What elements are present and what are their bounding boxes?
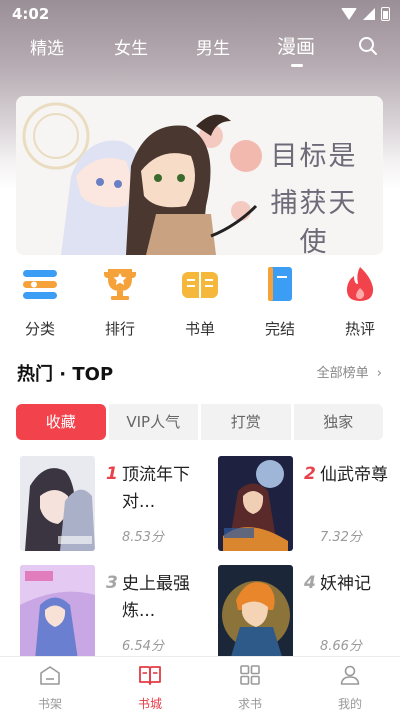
- book-list-icon: [182, 272, 218, 298]
- category-booklist[interactable]: 书单: [170, 264, 230, 339]
- tab-comics[interactable]: 漫画: [277, 32, 315, 59]
- banner-title-line2: 捕获天使: [270, 188, 358, 255]
- book-rank: 1: [106, 464, 118, 484]
- book-title: 顶流年下对...: [122, 465, 190, 512]
- book-title: 史上最强炼...: [122, 574, 190, 621]
- all-rankings-link[interactable]: 全部榜单 ›: [317, 362, 382, 381]
- tab-male[interactable]: 男生: [196, 34, 230, 59]
- tab-exclusive[interactable]: 独家: [293, 404, 383, 440]
- status-bar: 4:02: [0, 0, 400, 28]
- category-label: 分类: [24, 320, 55, 338]
- bookshelf-icon: [40, 666, 60, 685]
- nav-label: 求书: [237, 697, 262, 711]
- grid-icon: [240, 665, 260, 685]
- signal-icon: [363, 8, 375, 20]
- tab-collections[interactable]: 收藏: [16, 404, 106, 440]
- wifi-icon: [341, 8, 357, 20]
- book-rank: 4: [304, 573, 316, 593]
- status-icons: [341, 7, 390, 21]
- category-label: 排行: [104, 320, 135, 338]
- tab-rewards[interactable]: 打赏: [201, 404, 291, 440]
- tab-featured[interactable]: 精选: [30, 34, 64, 59]
- nav-bookshelf[interactable]: 书架: [20, 663, 80, 711]
- book-item[interactable]: 3 史上最强炼... 6.54分: [20, 565, 200, 665]
- nav-request-book[interactable]: 求书: [220, 663, 280, 711]
- search-icon[interactable]: [358, 36, 378, 56]
- battery-icon: [381, 7, 390, 21]
- book-cover: [218, 456, 293, 551]
- nav-label: 书架: [37, 697, 62, 711]
- category-label: 热评: [344, 320, 375, 338]
- person-icon: [340, 665, 360, 685]
- book-score: 8.53分: [122, 530, 164, 545]
- category-finished[interactable]: 完结: [250, 264, 310, 339]
- book-cover: [218, 565, 293, 660]
- tab-active-indicator: [291, 64, 303, 67]
- trophy-icon: [104, 269, 136, 300]
- section-title: 热门 · TOP: [17, 364, 114, 385]
- category-icon: [23, 270, 57, 299]
- category-classify[interactable]: 分类: [10, 264, 70, 339]
- book-score: 6.54分: [122, 639, 164, 654]
- banner-title: 目标是 捕获天使: [259, 134, 369, 255]
- book-item[interactable]: 2 仙武帝尊 7.32分: [218, 456, 398, 556]
- category-row: 分类 排行 书单 完结 热评: [0, 264, 400, 338]
- book-score: 8.66分: [320, 639, 362, 654]
- nav-bookstore[interactable]: 书城: [120, 663, 180, 711]
- book-title: 妖神记: [320, 574, 371, 594]
- nav-profile[interactable]: 我的: [320, 663, 380, 711]
- book-title: 仙武帝尊: [320, 465, 388, 485]
- bottom-nav: 书架 书城 求书 我的: [0, 656, 400, 711]
- finished-book-icon: [268, 267, 292, 301]
- all-rankings-label: 全部榜单: [316, 366, 369, 381]
- bookstore-icon: [139, 666, 161, 685]
- book-rank: 2: [304, 464, 316, 484]
- status-time: 4:02: [12, 5, 50, 23]
- top-tabs: 精选 女生 男生 漫画: [0, 30, 400, 70]
- nav-label: 我的: [337, 697, 362, 711]
- category-label: 书单: [184, 320, 215, 338]
- nav-label: 书城: [137, 697, 162, 711]
- promo-banner[interactable]: 目标是 捕获天使: [16, 96, 383, 255]
- book-cover: [20, 565, 95, 660]
- book-cover: [20, 456, 95, 551]
- book-item[interactable]: 4 妖神记 8.66分: [218, 565, 398, 665]
- ranking-tabs: 收藏 VIP人气 打赏 独家: [16, 404, 383, 440]
- category-label: 完结: [264, 320, 295, 338]
- tab-vip-popularity[interactable]: VIP人气: [108, 404, 198, 440]
- flame-icon: [346, 267, 374, 301]
- tab-female[interactable]: 女生: [114, 34, 148, 59]
- book-score: 7.32分: [320, 530, 362, 545]
- chevron-right-icon: ›: [376, 366, 382, 381]
- category-hot-reviews[interactable]: 热评: [330, 264, 390, 339]
- category-ranking[interactable]: 排行: [90, 264, 150, 339]
- banner-title-line1: 目标是: [270, 141, 358, 172]
- book-item[interactable]: 1 顶流年下对... 8.53分: [20, 456, 200, 556]
- book-rank: 3: [106, 573, 118, 593]
